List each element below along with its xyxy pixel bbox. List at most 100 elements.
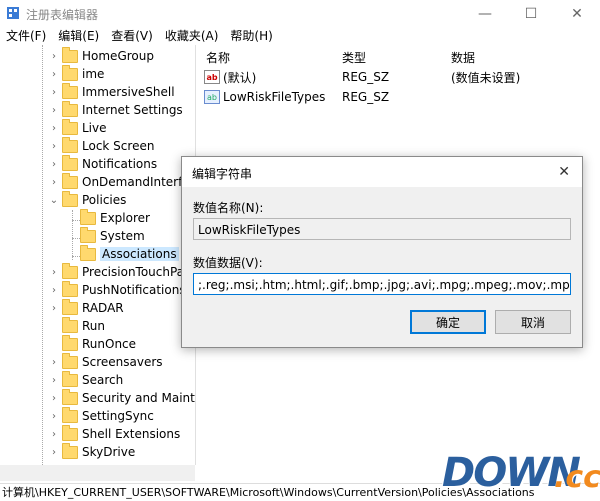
tree-item[interactable]: Run <box>48 316 106 335</box>
value-name: LowRiskFileTypes <box>223 90 326 104</box>
tree-item-label: Security and Maint <box>82 391 195 405</box>
chevron-right-icon[interactable]: › <box>48 285 60 296</box>
tree-item-label: RADAR <box>82 301 124 315</box>
chevron-right-icon[interactable]: › <box>48 177 60 188</box>
regedit-app-icon <box>7 7 19 19</box>
window-title: 注册表编辑器 <box>26 8 99 22</box>
column-header-type[interactable]: 类型 <box>342 49 366 66</box>
string-value-icon: ab <box>204 90 220 104</box>
folder-icon <box>80 244 96 261</box>
menu-edit[interactable]: 编辑(E) <box>52 27 105 45</box>
tree-item[interactable]: › HomeGroup <box>48 46 154 65</box>
tree-item[interactable]: › Lock Screen <box>48 136 154 155</box>
folder-icon <box>62 298 78 315</box>
tree-item-label: SkyDrive <box>82 445 136 459</box>
chevron-right-icon[interactable]: › <box>48 357 60 368</box>
folder-icon <box>62 352 78 369</box>
dialog-title-bar: 编辑字符串 ✕ <box>182 157 582 187</box>
tree-item[interactable]: › SettingSync <box>48 406 154 425</box>
tree-item-label: Run <box>82 319 106 333</box>
chevron-right-icon[interactable]: › <box>48 393 60 404</box>
tree-item-expanded[interactable]: ⌄ Policies <box>48 190 127 209</box>
tree-item[interactable]: › Notifications <box>48 154 157 173</box>
tree-item-label: PushNotifications <box>82 283 186 297</box>
tree-item[interactable]: › Shell Extensions <box>48 424 181 443</box>
value-data-input[interactable]: ;.reg;.msi;.htm;.html;.gif;.bmp;.jpg;.av… <box>193 273 571 295</box>
list-item[interactable]: ab (默认) REG_SZ (数值未设置) <box>204 68 594 86</box>
maximize-icon: ☐ <box>524 5 538 22</box>
tree-item[interactable]: › Security and Maint <box>48 388 195 407</box>
chevron-right-icon[interactable]: › <box>48 159 60 170</box>
folder-icon <box>62 280 78 297</box>
chevron-right-icon[interactable]: › <box>48 69 60 80</box>
tree-item-label: RunOnce <box>82 337 137 351</box>
tree-item[interactable]: › Search <box>48 370 123 389</box>
cancel-button[interactable]: 取消 <box>495 310 571 334</box>
tree-item[interactable]: › PrecisionTouchPac <box>48 262 191 281</box>
folder-icon <box>62 46 78 63</box>
tree-item[interactable]: System <box>66 226 145 245</box>
edit-string-dialog: 编辑字符串 ✕ 数值名称(N): LowRiskFileTypes 数值数据(V… <box>181 156 583 348</box>
tree-item[interactable]: › ime <box>48 64 105 83</box>
column-header-name[interactable]: 名称 <box>206 49 230 66</box>
value-name-label: 数值名称(N): <box>193 201 264 215</box>
chevron-right-icon[interactable]: › <box>48 123 60 134</box>
tree-horizontal-scrollbar[interactable] <box>0 465 195 481</box>
watermark-logo: DOWN .cc <box>442 450 600 500</box>
minimize-button[interactable]: — <box>462 0 508 27</box>
value-type: REG_SZ <box>342 90 390 104</box>
registry-tree[interactable]: › HomeGroup › ime › ImmersiveShell › Interne… <box>0 45 196 465</box>
tree-item[interactable]: › ImmersiveShell <box>48 82 175 101</box>
chevron-right-icon[interactable]: › <box>48 51 60 62</box>
menu-view[interactable]: 查看(V) <box>105 27 159 45</box>
chevron-right-icon[interactable]: › <box>48 105 60 116</box>
tree-item-label: Screensavers <box>82 355 163 369</box>
tree-item[interactable]: › Live <box>48 118 107 137</box>
tree-item-label: Policies <box>82 193 127 207</box>
close-button[interactable]: ✕ <box>554 0 600 27</box>
folder-icon <box>62 154 78 171</box>
tree-item[interactable]: › OnDemandInterfac <box>48 172 196 191</box>
value-data: (数值未设置) <box>451 70 521 85</box>
column-header-data[interactable]: 数据 <box>451 49 475 66</box>
dialog-title: 编辑字符串 <box>192 167 253 181</box>
chevron-right-icon[interactable]: › <box>48 447 60 458</box>
chevron-right-icon[interactable]: › <box>48 375 60 386</box>
folder-icon <box>62 388 78 405</box>
tree-item-label: Internet Settings <box>82 103 183 117</box>
string-value-icon: ab <box>204 70 220 84</box>
tree-item-label: OnDemandInterfac <box>82 175 196 189</box>
tree-item[interactable]: › RADAR <box>48 298 124 317</box>
tree-item[interactable]: › PushNotifications <box>48 280 186 299</box>
value-data-label: 数值数据(V): <box>193 256 263 270</box>
tree-item[interactable]: RunOnce <box>48 334 137 353</box>
tree-item[interactable]: › Screensavers <box>48 352 163 371</box>
menu-help[interactable]: 帮助(H) <box>224 27 278 45</box>
menu-favorites[interactable]: 收藏夹(A) <box>159 27 225 45</box>
ok-button[interactable]: 确定 <box>410 310 486 334</box>
tree-item-label: System <box>100 229 145 243</box>
tree-item-selected[interactable]: Associations <box>66 244 179 263</box>
chevron-right-icon[interactable]: › <box>48 87 60 98</box>
folder-icon <box>62 118 78 135</box>
maximize-button[interactable]: ☐ <box>508 0 554 27</box>
tree-item-label: Shell Extensions <box>82 427 181 441</box>
tree-item[interactable]: Explorer <box>66 208 150 227</box>
chevron-right-icon[interactable]: › <box>48 411 60 422</box>
list-item[interactable]: ab LowRiskFileTypes REG_SZ <box>204 88 594 106</box>
tree-item-label: HomeGroup <box>82 49 154 63</box>
menu-file[interactable]: 文件(F) <box>0 27 52 45</box>
folder-icon <box>62 424 78 441</box>
chevron-down-icon[interactable]: ⌄ <box>48 195 60 206</box>
tree-item-label: ime <box>82 67 105 81</box>
tree-item[interactable]: › SkyDrive <box>48 442 136 461</box>
chevron-right-icon[interactable]: › <box>48 303 60 314</box>
chevron-right-icon[interactable]: › <box>48 267 60 278</box>
dialog-close-icon[interactable]: ✕ <box>558 164 570 180</box>
menu-bar: 文件(F) 编辑(E) 查看(V) 收藏夹(A) 帮助(H) <box>0 27 600 45</box>
minimize-icon: — <box>478 5 492 22</box>
chevron-right-icon[interactable]: › <box>48 429 60 440</box>
folder-icon <box>62 136 78 153</box>
chevron-right-icon[interactable]: › <box>48 141 60 152</box>
tree-item[interactable]: › Internet Settings <box>48 100 183 119</box>
